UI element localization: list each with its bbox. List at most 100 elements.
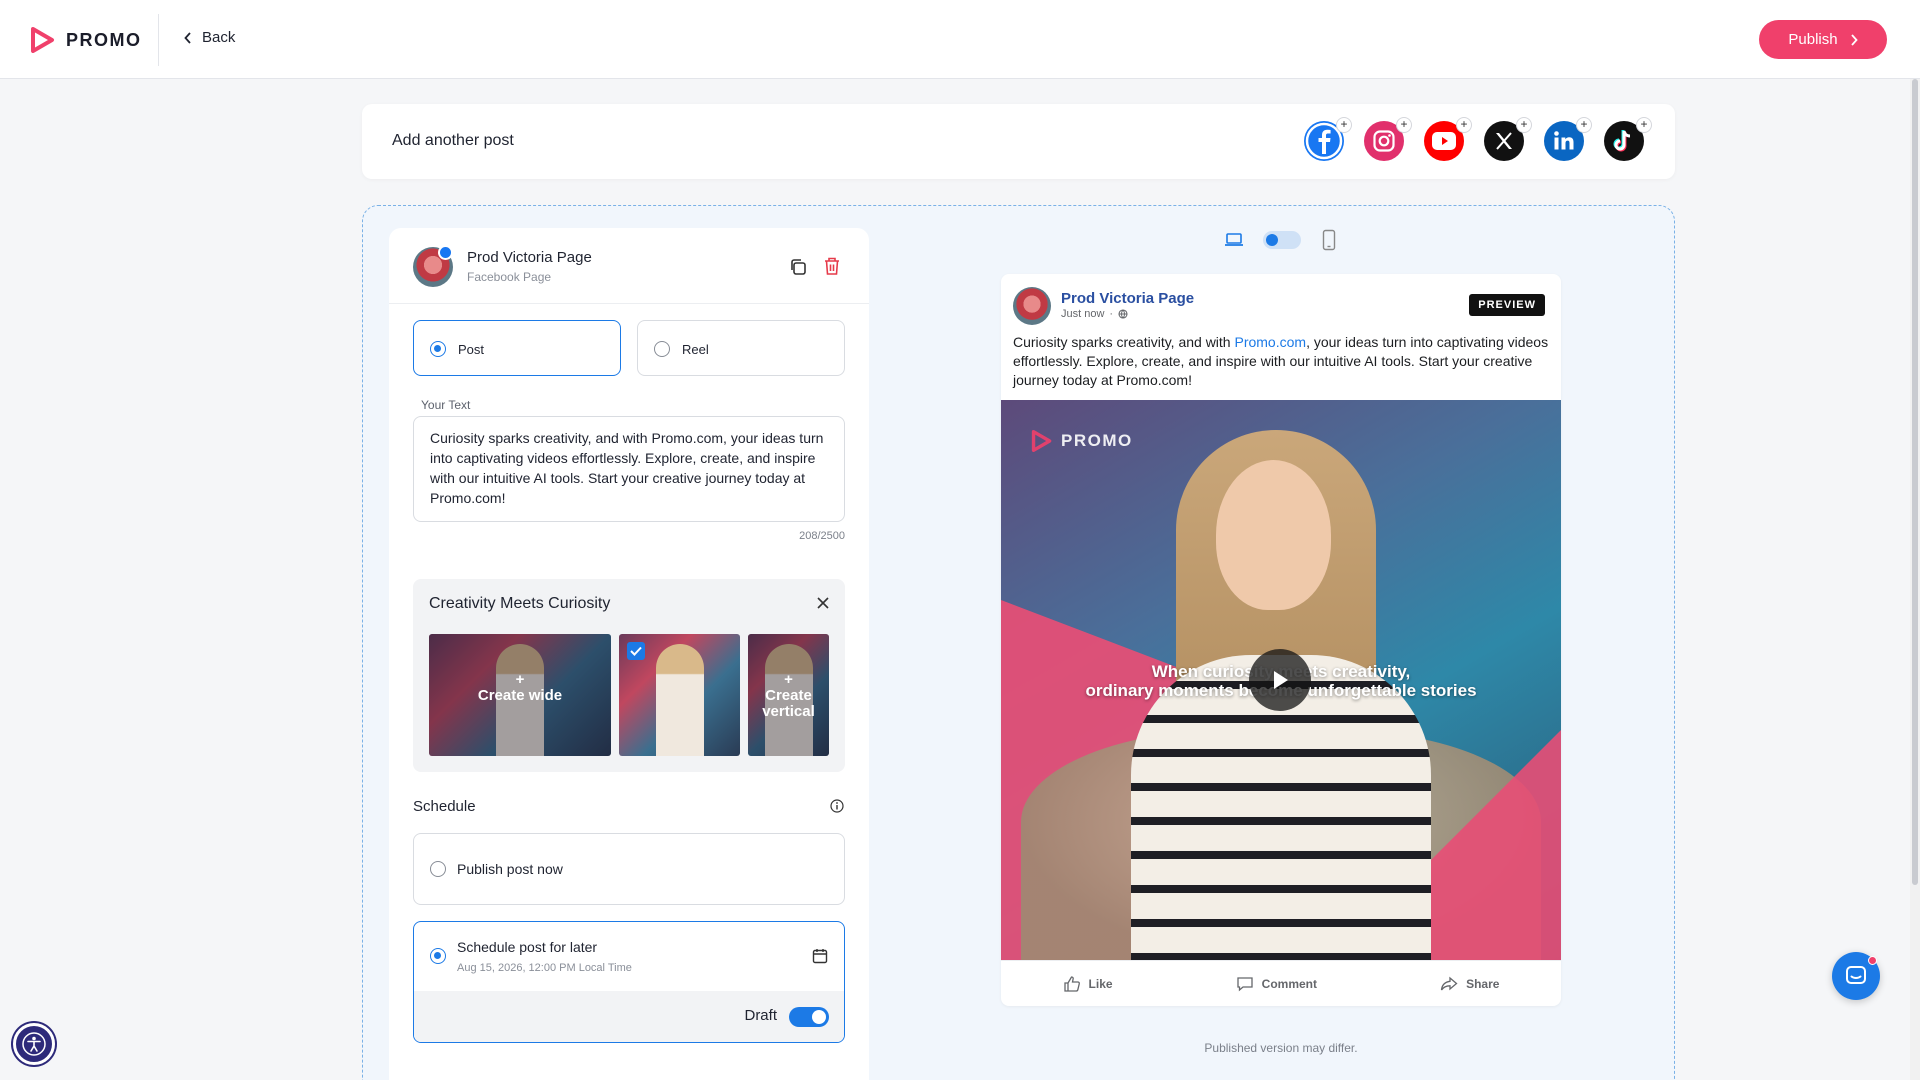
create-wide-label: + Create wide [429, 672, 611, 704]
comment-button[interactable]: Comment [1236, 975, 1317, 993]
post-type-post[interactable]: Post [413, 320, 621, 376]
preview-video[interactable]: PROMO When curiosity meets creativity, o… [1001, 400, 1561, 960]
comment-label: Comment [1261, 976, 1317, 991]
divider [158, 14, 159, 66]
facebook-badge-icon [438, 245, 453, 260]
add-tiktok-button[interactable]: + [1604, 117, 1652, 163]
create-vertical-label: + Create vertical [748, 672, 829, 720]
square-thumb-selected[interactable] [619, 634, 740, 756]
create-vertical-thumb[interactable]: + Create vertical [748, 634, 829, 756]
video-title: Creativity Meets Curiosity [429, 595, 611, 612]
back-label: Back [202, 29, 236, 46]
laptop-icon[interactable] [1224, 232, 1244, 248]
preview-link[interactable]: Promo.com [1234, 334, 1306, 350]
radio-post[interactable] [430, 341, 446, 357]
chat-icon [1846, 966, 1866, 984]
brand-name: PROMO [66, 29, 142, 50]
like-button[interactable]: Like [1063, 975, 1113, 993]
plus-icon: + [1516, 117, 1532, 133]
post-type-reel[interactable]: Reel [637, 320, 845, 376]
schedule-later-option[interactable]: Schedule post for later Aug 15, 2026, 12… [413, 921, 845, 1043]
radio-publish-now[interactable] [430, 861, 446, 877]
account-name: Prod Victoria Page [467, 249, 592, 266]
schedule-later-label: Schedule post for later [457, 939, 598, 955]
promo-logo[interactable]: PROMO [30, 27, 142, 53]
add-youtube-button[interactable]: + [1424, 117, 1472, 163]
schedule-heading: Schedule [413, 798, 476, 815]
radio-reel[interactable] [654, 341, 670, 357]
post-type-label: Reel [682, 342, 709, 357]
accessibility-icon [22, 1032, 46, 1056]
check-icon [630, 646, 642, 656]
page-scrollbar[interactable] [1910, 79, 1920, 1080]
checkbox-checked[interactable] [627, 642, 645, 660]
comment-icon [1237, 976, 1253, 991]
phone-icon[interactable] [1322, 229, 1336, 251]
plus-icon: + [1636, 117, 1652, 133]
preview-avatar [1013, 287, 1051, 325]
plus-icon: + [784, 671, 793, 688]
plus-icon: + [1336, 117, 1352, 133]
add-instagram-button[interactable]: + [1364, 117, 1412, 163]
play-button[interactable] [1249, 649, 1311, 711]
plus-icon: + [1396, 117, 1412, 133]
chevron-left-icon [184, 31, 191, 44]
device-toggle[interactable] [1263, 231, 1301, 249]
chat-button[interactable] [1832, 952, 1880, 1000]
facebook-preview-card: Prod Victoria Page Just now · PREVIEW Cu… [1001, 274, 1561, 1006]
preview-time-label: Just now [1061, 308, 1105, 320]
add-post-label: Add another post [392, 132, 514, 149]
create-wide-thumb[interactable]: + Create wide [429, 634, 611, 756]
add-facebook-button[interactable]: + [1304, 117, 1352, 163]
preview-time: Just now · [1061, 308, 1128, 320]
account-type: Facebook Page [467, 270, 552, 284]
calendar-icon[interactable] [812, 948, 828, 964]
promo-watermark: PROMO [1031, 430, 1133, 452]
add-x-button[interactable]: + [1484, 117, 1532, 163]
preview-post-text: Curiosity sparks creativity, and with Pr… [1013, 333, 1549, 390]
post-text-input[interactable]: Curiosity sparks creativity, and with Pr… [413, 416, 845, 522]
divider [389, 303, 869, 304]
share-button[interactable]: Share [1440, 975, 1499, 993]
back-button[interactable]: Back [184, 29, 235, 46]
add-post-bar: Add another post + + + + + + [362, 104, 1675, 179]
accessibility-button[interactable] [13, 1023, 55, 1065]
share-label: Share [1466, 976, 1500, 991]
thumbs-up-icon [1063, 975, 1080, 992]
your-text-label: Your Text [421, 398, 471, 412]
post-editor-card: Prod Victoria Page Facebook Page Post Re… [389, 228, 869, 1080]
promo-logo-icon [1031, 430, 1052, 452]
promo-logo-icon [31, 27, 54, 53]
publish-label: Publish [1788, 31, 1838, 48]
person-figure [655, 643, 704, 756]
thumb-label: Create vertical [762, 687, 815, 720]
plus-icon: + [1576, 117, 1592, 133]
plus-icon: + [1456, 117, 1472, 133]
char-counter: 208/2500 [799, 530, 845, 542]
duplicate-icon[interactable] [789, 258, 807, 276]
preview-badge: PREVIEW [1469, 294, 1545, 316]
globe-icon [1118, 309, 1128, 319]
radio-schedule-later[interactable] [430, 948, 446, 964]
draft-label: Draft [744, 1007, 777, 1024]
info-icon[interactable] [830, 799, 844, 813]
video-panel: Creativity Meets Curiosity + Create wide … [413, 579, 845, 772]
add-linkedin-button[interactable]: + [1544, 117, 1592, 163]
watermark-text: PROMO [1061, 431, 1133, 450]
notification-dot [1868, 956, 1877, 965]
schedule-date: Aug 15, 2026, 12:00 PM Local Time [457, 962, 632, 974]
publish-now-option[interactable]: Publish post now [413, 833, 845, 905]
scrollbar-thumb[interactable] [1912, 79, 1918, 885]
share-icon [1440, 976, 1458, 990]
separator-dot: · [1109, 308, 1114, 320]
play-icon [1274, 671, 1288, 689]
like-label: Like [1088, 976, 1113, 991]
plus-icon: + [515, 671, 525, 688]
draft-toggle[interactable] [789, 1007, 829, 1027]
preview-text-start: Curiosity sparks creativity, and with [1013, 334, 1235, 350]
publish-button[interactable]: Publish [1759, 20, 1887, 59]
preview-account-name[interactable]: Prod Victoria Page [1061, 290, 1194, 307]
close-icon[interactable] [817, 597, 829, 609]
top-bar: PROMO Back Publish [0, 0, 1920, 79]
trash-icon[interactable] [823, 256, 841, 276]
